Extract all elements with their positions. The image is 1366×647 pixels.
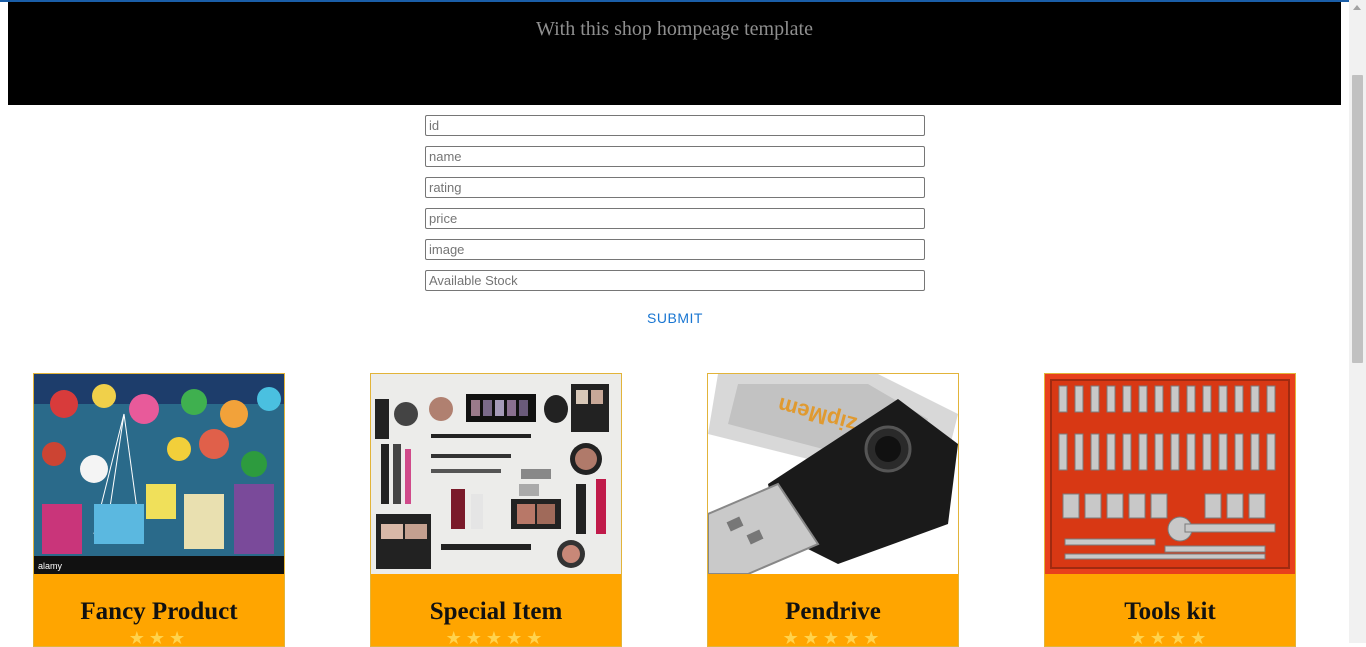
product-title: Tools kit bbox=[1124, 598, 1216, 625]
image-field[interactable] bbox=[425, 239, 925, 260]
hero-banner: With this shop hompeage template bbox=[8, 2, 1341, 105]
product-title: Fancy Product bbox=[80, 598, 238, 625]
product-info-band: Special Item ★★★★★ bbox=[371, 574, 621, 646]
name-field[interactable] bbox=[425, 146, 925, 167]
scrollbar-thumb[interactable] bbox=[1352, 75, 1363, 363]
page-scrollbar[interactable] bbox=[1349, 0, 1366, 643]
submit-button[interactable]: SUBMIT bbox=[625, 308, 725, 328]
price-field[interactable] bbox=[425, 208, 925, 229]
rating-stars: ★★★★★ bbox=[782, 628, 884, 647]
product-card[interactable]: Special Item ★★★★★ bbox=[370, 373, 622, 647]
toys-market-image: alamy bbox=[34, 374, 284, 574]
product-title: Pendrive bbox=[785, 598, 881, 625]
rating-stars: ★★★★ bbox=[1129, 628, 1211, 647]
rating-stars: ★★★★★ bbox=[445, 628, 547, 647]
rating-stars: ★★★ bbox=[128, 628, 190, 647]
rating-field[interactable] bbox=[425, 177, 925, 198]
product-card[interactable]: Tools kit ★★★★ bbox=[1044, 373, 1296, 647]
product-info-band: Pendrive ★★★★★ bbox=[708, 574, 958, 646]
socket-set-image bbox=[1045, 374, 1295, 574]
id-field[interactable] bbox=[425, 115, 925, 136]
product-info-band: Fancy Product ★★★ bbox=[34, 574, 284, 646]
scroll-up-icon[interactable] bbox=[1353, 5, 1361, 10]
hero-subtitle: With this shop hompeage template bbox=[536, 18, 813, 40]
svg-text:alamy: alamy bbox=[38, 561, 63, 571]
product-form bbox=[425, 115, 925, 301]
product-info-band: Tools kit ★★★★ bbox=[1045, 574, 1295, 646]
product-title: Special Item bbox=[429, 598, 563, 625]
available-stock-field[interactable] bbox=[425, 270, 925, 291]
product-card[interactable]: zipMem Pendrive ★★★★★ bbox=[707, 373, 959, 647]
product-card[interactable]: alamy Fancy Product ★★★ bbox=[33, 373, 285, 647]
usb-drive-image: zipMem bbox=[708, 374, 958, 574]
makeup-set-image bbox=[371, 374, 621, 574]
